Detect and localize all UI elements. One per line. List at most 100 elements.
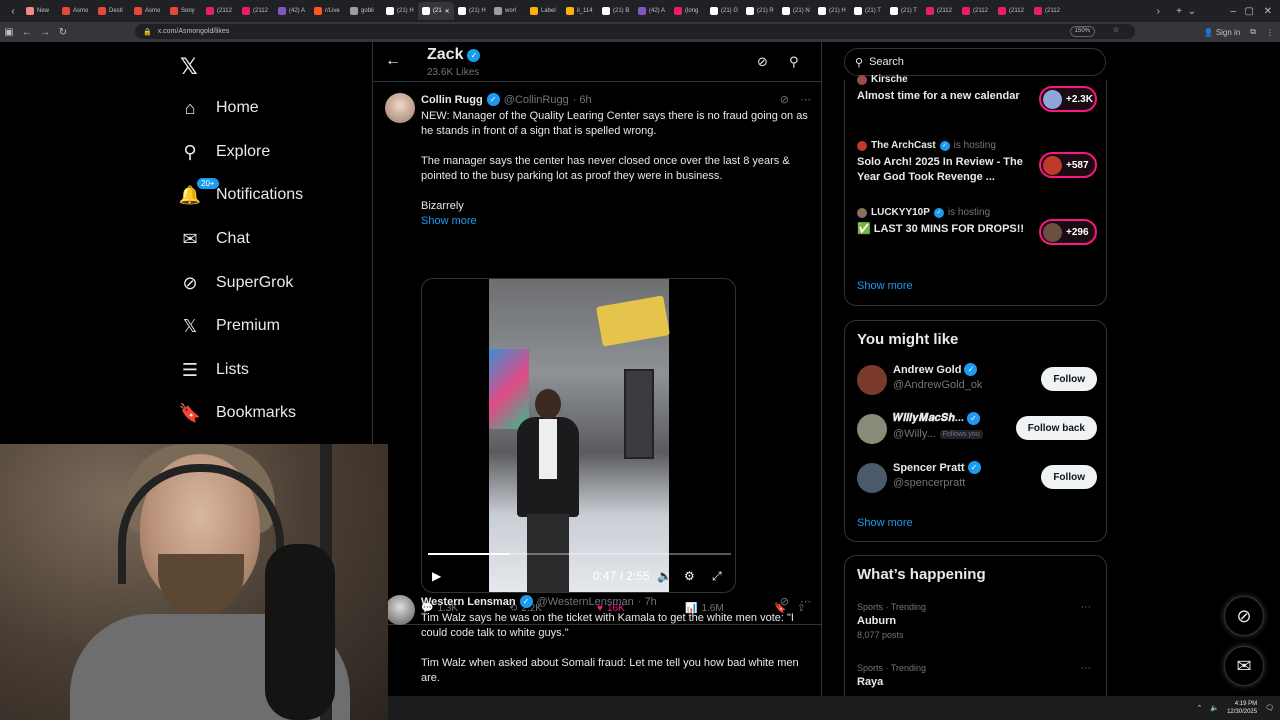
show-more-link[interactable]: Show more (857, 517, 913, 529)
browser-tab[interactable]: Asmo (58, 2, 94, 20)
bookmark-star-icon[interactable]: ☆ (1113, 26, 1119, 34)
search-icon[interactable]: ⚲ (789, 54, 799, 70)
reload-icon[interactable]: ↻ (54, 27, 72, 38)
browser-tab[interactable]: New (22, 2, 58, 20)
browser-tab[interactable]: (2112 (238, 2, 274, 20)
close-window-icon[interactable]: ✕ (1264, 0, 1272, 22)
tab-scroll-right-icon[interactable]: › (1157, 0, 1160, 22)
follow-button[interactable]: Follow (1041, 465, 1097, 489)
zoom-indicator[interactable]: 150% (1069, 26, 1095, 37)
avatar[interactable] (857, 365, 887, 395)
browser-tab[interactable]: (21) H (382, 2, 418, 20)
settings-gear-icon[interactable]: ⚙ (684, 569, 695, 583)
grok-icon[interactable]: ⊘ (780, 595, 789, 608)
minimize-icon[interactable]: – (1230, 0, 1236, 22)
clock[interactable]: 4:19 PM 12/30/2025 (1227, 700, 1257, 716)
grok-icon[interactable]: ⊘ (780, 93, 789, 106)
browser-tab[interactable]: r/Live (310, 2, 346, 20)
browser-tab[interactable]: (42) A (274, 2, 310, 20)
browser-tab[interactable]: Label (526, 2, 562, 20)
new-tab-button[interactable]: + (1176, 0, 1182, 22)
browser-tab[interactable]: (21) B (598, 2, 634, 20)
forward-icon[interactable]: → (36, 27, 54, 38)
profile-signin[interactable]: 👤 Sign in (1204, 28, 1241, 37)
browser-tab[interactable]: (21) H (454, 2, 490, 20)
browser-tab[interactable]: (long (670, 2, 706, 20)
browser-tab[interactable]: (2112 (1030, 2, 1066, 20)
avatar[interactable] (857, 463, 887, 493)
browser-tab[interactable]: gobli (346, 2, 382, 20)
browser-tab[interactable]: Sony (166, 2, 202, 20)
extensions-icon[interactable]: ⧉ (1250, 27, 1256, 37)
show-more-link[interactable]: Show more (421, 214, 811, 229)
author-handle[interactable]: @WesternLensman (537, 596, 634, 608)
messages-fab-icon[interactable]: ✉ (1224, 646, 1264, 686)
nav-supergrok[interactable]: ⊘ SuperGrok (180, 268, 293, 298)
show-more-link[interactable]: Show more (857, 280, 913, 292)
browser-tab[interactable]: (2112 (958, 2, 994, 20)
nav-notifications[interactable]: 🔔 20+ Notifications (179, 177, 303, 210)
follow-suggestion[interactable]: 𝑾𝒊𝒍𝒍𝒚𝑴𝒂𝒄𝑺𝒉... ✓ @Willy... Follows you Foll… (857, 410, 1097, 446)
play-icon[interactable]: ▶ (432, 569, 441, 583)
follow-suggestion[interactable]: Andrew Gold ✓ @AndrewGold_ok Follow (857, 361, 1097, 397)
nav-home[interactable]: ⌂ Home (180, 93, 259, 123)
grok-icon[interactable]: ⊘ (757, 54, 768, 70)
nav-chat[interactable]: ✉ Chat (180, 224, 249, 254)
notification-icon[interactable]: 🗨 (1265, 704, 1274, 712)
tab-search-icon[interactable]: ⌄ (1188, 0, 1196, 22)
space-item[interactable]: LUCKYY10P ✓ is hosting ✅ LAST 30 MINS FOR … (857, 207, 1097, 245)
maximize-icon[interactable]: ▢ (1245, 0, 1254, 22)
space-item[interactable]: Kirsche Almost time for a new calendar +… (857, 74, 1097, 112)
avatar[interactable] (385, 595, 415, 625)
tweet-time[interactable]: · 6h (573, 94, 592, 106)
browser-tab[interactable]: Asmo (130, 2, 166, 20)
tweet-time[interactable]: · 7h (638, 596, 657, 608)
browser-tab[interactable]: (21) T (850, 2, 886, 20)
browser-tab[interactable]: (21 ✕ (418, 2, 454, 20)
browser-tab[interactable]: (21) H (814, 2, 850, 20)
trend-item[interactable]: Sports · Trending Raya ⋯ (857, 663, 1097, 688)
author-handle[interactable]: @CollinRugg (504, 94, 569, 106)
trend-item[interactable]: Sports · Trending Auburn 8,077 posts ⋯ (857, 602, 1097, 640)
follow-button[interactable]: Follow (1041, 367, 1097, 391)
browser-tab[interactable]: (21) N (778, 2, 814, 20)
volume-icon[interactable]: 🔈 (657, 569, 672, 583)
follow-back-button[interactable]: Follow back (1015, 416, 1097, 440)
browser-tab[interactable]: (21) R (742, 2, 778, 20)
avatar[interactable] (385, 93, 415, 123)
more-options-icon[interactable]: ⋯ (1081, 602, 1091, 613)
browser-tab[interactable]: (2112 (922, 2, 958, 20)
more-options-icon[interactable]: ⋯ (800, 93, 811, 106)
browser-tab[interactable]: (2112 (202, 2, 238, 20)
tray-chevron-icon[interactable]: ⌃ (1196, 704, 1202, 712)
space-listeners-button[interactable]: +296 (1039, 219, 1097, 245)
sidebar-toggle-icon[interactable]: ▣ (0, 27, 18, 38)
avatar[interactable] (857, 414, 887, 444)
tweet[interactable]: Collin Rugg ✓ @CollinRugg · 6h ⊘ ⋯ NEW: … (373, 83, 821, 625)
grok-fab-icon[interactable]: ⊘ (1224, 596, 1264, 636)
more-options-icon[interactable]: ⋯ (1081, 663, 1091, 674)
back-arrow-icon[interactable]: ← (385, 52, 401, 70)
tab-scroll-left-icon[interactable]: ‹ (4, 6, 22, 17)
nav-bookmarks[interactable]: 🔖 Bookmarks (179, 398, 296, 428)
browser-tab[interactable]: (2112 (994, 2, 1030, 20)
nav-lists[interactable]: ☰ Lists (180, 355, 249, 385)
fullscreen-icon[interactable]: ⤢ (712, 569, 722, 584)
browser-tab[interactable]: (21) G (706, 2, 742, 20)
browser-tab[interactable]: il_114 (562, 2, 598, 20)
menu-icon[interactable]: ⋮ (1266, 28, 1274, 37)
space-item[interactable]: The ArchCast ✓ is hosting Solo Arch! 2025 … (857, 140, 1097, 185)
nav-premium[interactable]: 𝕏 Premium (180, 311, 280, 341)
browser-tab[interactable]: (42) A (634, 2, 670, 20)
browser-tab[interactable]: (21) T (886, 2, 922, 20)
author-name[interactable]: Collin Rugg (421, 94, 483, 106)
author-name[interactable]: Western Lensman (421, 596, 516, 608)
space-listeners-button[interactable]: +2.3K (1039, 86, 1097, 112)
address-bar[interactable]: 🔒 x.com/Asmongold/likes 150% ☆ (135, 24, 1135, 39)
video-frame[interactable] (489, 279, 670, 592)
search-input[interactable]: ⚲ Search (844, 48, 1106, 76)
volume-icon[interactable]: 🔈 (1210, 704, 1219, 712)
browser-tab[interactable]: worl (490, 2, 526, 20)
back-icon[interactable]: ← (18, 27, 36, 38)
follow-suggestion[interactable]: Spencer Pratt ✓ @spencerpratt Follow (857, 459, 1097, 495)
